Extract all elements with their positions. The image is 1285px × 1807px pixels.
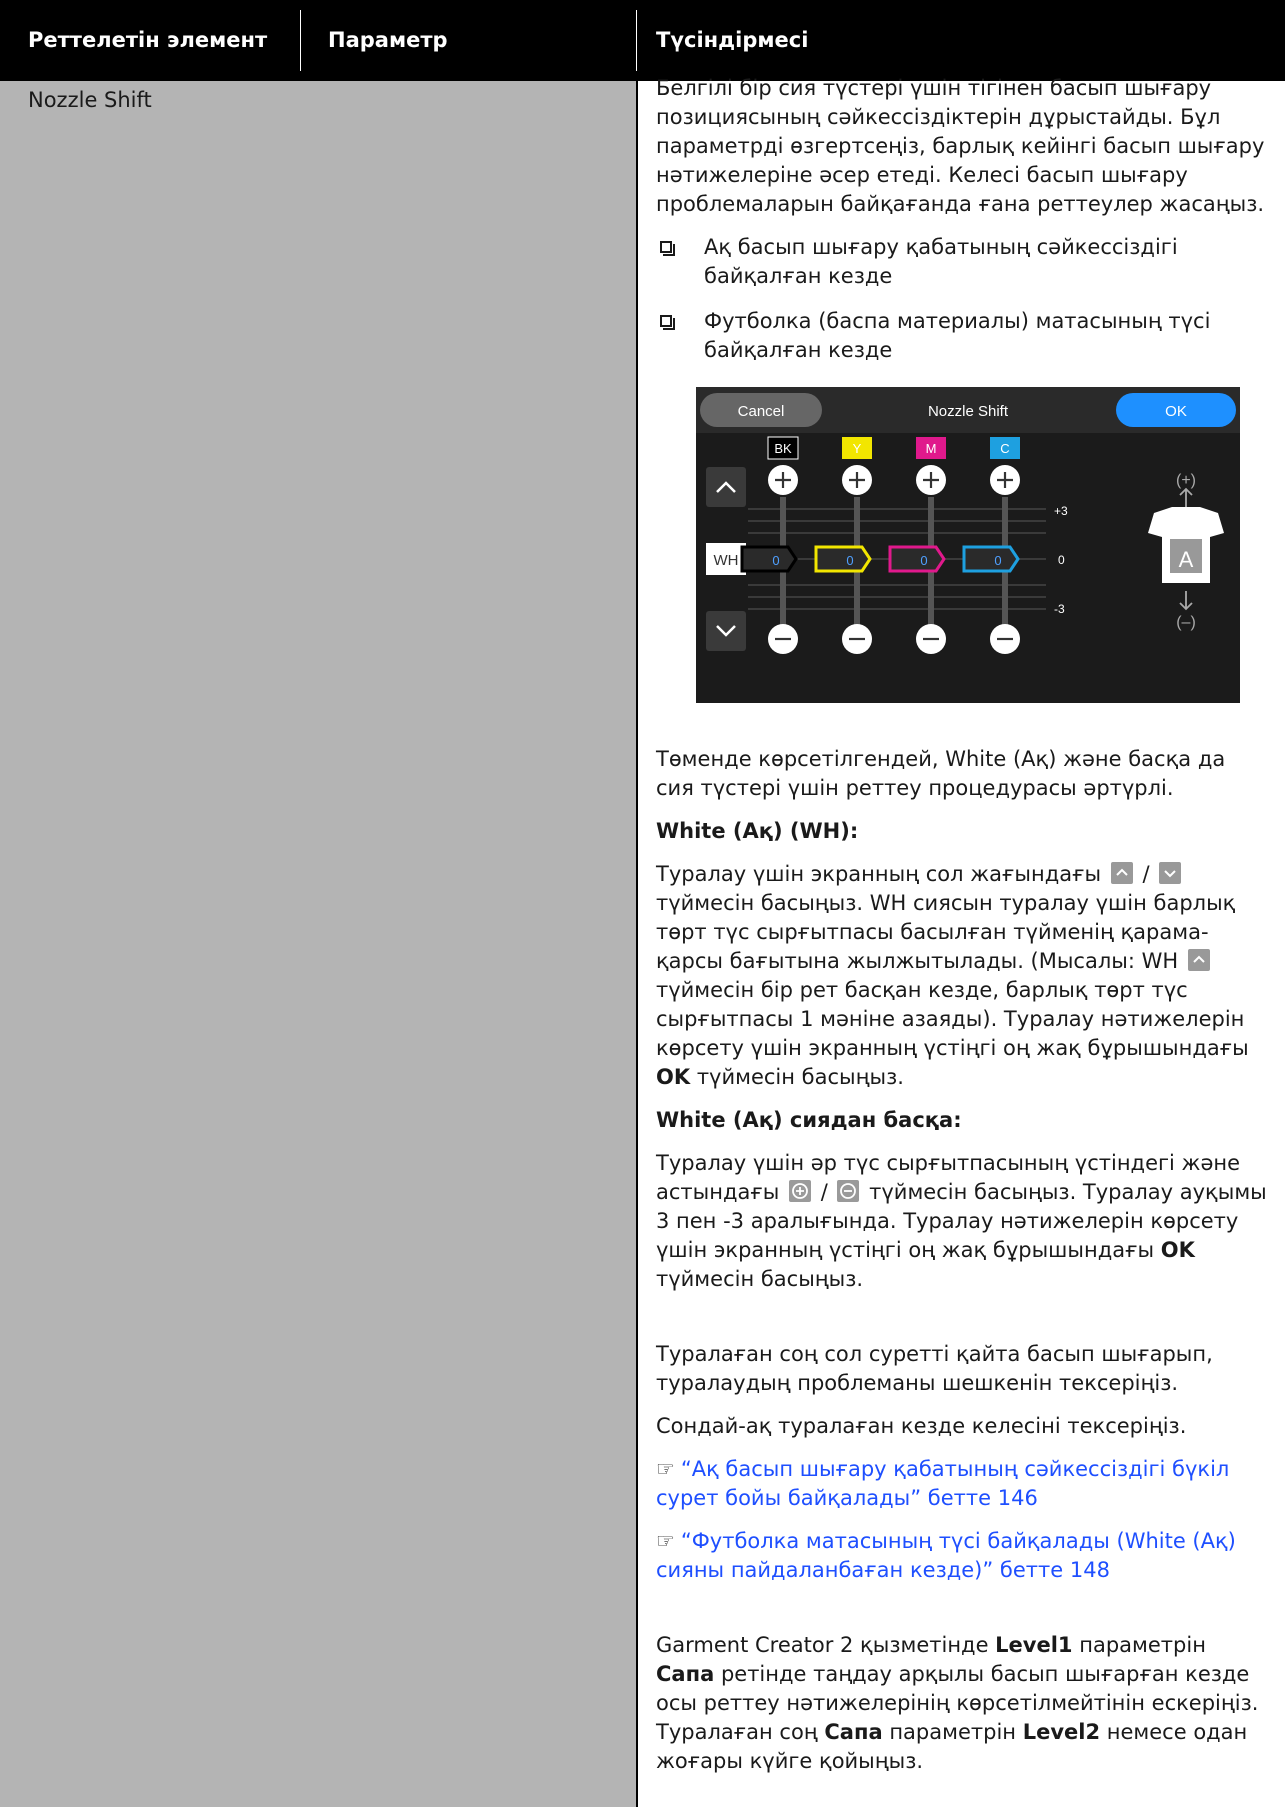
nozzle-shift-screen-image: Cancel Nozzle Shift OK WH +3 0 -3 BK 0 Y… [696, 387, 1240, 703]
reference-link-146[interactable]: ☞ “Ақ басып шығару қабатының сәйкессіздіг… [656, 1455, 1268, 1513]
header-parameter: Параметр [328, 28, 448, 52]
also-check-text: Сондай-ақ туралаған кезде келесіні тексе… [656, 1414, 1187, 1438]
ok-bold: OK [1160, 1238, 1195, 1262]
channel-label: Y [853, 441, 862, 456]
list-item-text: Футболка (баспа материалы) матасының түс… [704, 309, 1211, 362]
header-description: Түсіндірмесі [656, 28, 809, 52]
slider-handle[interactable] [814, 545, 872, 573]
minus-circle-icon [837, 1180, 860, 1202]
scale-mid-label: 0 [1058, 553, 1065, 567]
reference-hand-icon: ☞ [656, 1529, 675, 1553]
minus-direction-label: (–) [1176, 614, 1196, 631]
reference-link-148[interactable]: ☞ “Футболка матасының түсі байқалады (Whi… [656, 1527, 1268, 1585]
column-separator [636, 81, 638, 1807]
white-heading: White (Ақ) (WH): [656, 819, 859, 843]
chevron-down-icon [1159, 862, 1182, 884]
list-item-text: Ақ басып шығару қабатының сәйкессіздігі … [704, 235, 1178, 288]
scale-top-label: +3 [1054, 504, 1068, 518]
plus-circle-icon [789, 1180, 812, 1202]
header-divider [636, 10, 637, 71]
ok-label: OK [1165, 403, 1187, 420]
problem-list: Ақ басып шығару қабатының сәйкессіздігі … [656, 233, 1268, 365]
chevron-up-icon [1187, 949, 1210, 971]
slider-handle[interactable] [888, 545, 946, 573]
slider-handle[interactable] [740, 545, 798, 573]
page: Реттелетін элемент Параметр Түсіндірмесі… [0, 0, 1285, 1807]
nozzle-shift-screen: Cancel Nozzle Shift OK WH +3 0 -3 BK 0 Y… [696, 387, 1240, 703]
description-column: Белгілі бір сия түстері үшін тігінен бас… [656, 74, 1268, 1790]
slider-value: 0 [920, 553, 927, 568]
list-item: Футболка (баспа материалы) матасының түс… [656, 307, 1268, 365]
wh-label: WH [714, 552, 739, 569]
slider-value: 0 [846, 553, 853, 568]
slider-handle[interactable] [962, 545, 1020, 573]
setting-name: Nozzle Shift [28, 88, 152, 112]
channel-label: M [926, 441, 937, 456]
header-divider [300, 10, 301, 71]
setting-column [0, 81, 636, 1807]
header-setting-item: Реттелетін элемент [28, 28, 268, 52]
chevron-up-icon [1110, 862, 1133, 884]
slider-value: 0 [772, 553, 779, 568]
cancel-label: Cancel [738, 403, 785, 420]
wh-down-button[interactable] [706, 611, 746, 651]
white-instructions: Туралау үшін экранның сол жағындағы / тү… [656, 862, 1249, 1089]
plus-direction-label: (+) [1176, 472, 1196, 489]
wh-up-button[interactable] [706, 467, 746, 507]
list-item: Ақ басып шығару қабатының сәйкессіздігі … [656, 233, 1268, 291]
tshirt-letter: A [1179, 547, 1194, 572]
procedure-differs-text: Төменде көрсетілгендей, White (Ақ) және … [656, 747, 1226, 800]
other-instructions: Туралау үшін әр түс сырғытпасының үстінд… [656, 1151, 1267, 1291]
checkbox-bullet-icon [660, 315, 675, 330]
channel-label: BK [774, 441, 792, 456]
ok-bold: OK [656, 1065, 691, 1089]
intro-text: Белгілі бір сия түстері үшін тігінен бас… [656, 76, 1265, 216]
scale-bottom-label: -3 [1054, 602, 1065, 616]
slider-value: 0 [994, 553, 1001, 568]
after-adjust-text: Туралаған соң сол суретті қайта басып шы… [656, 1342, 1213, 1395]
screen-title: Nozzle Shift [928, 403, 1009, 420]
reference-hand-icon: ☞ [656, 1457, 675, 1481]
table-header: Реттелетін элемент Параметр Түсіндірмесі [0, 0, 1285, 81]
channel-label: C [1000, 441, 1009, 456]
checkbox-bullet-icon [660, 241, 675, 256]
quality-note: Garment Creator 2 қызметінде Level1 пара… [656, 1633, 1259, 1773]
other-heading: White (Ақ) сиядан басқа: [656, 1108, 962, 1132]
